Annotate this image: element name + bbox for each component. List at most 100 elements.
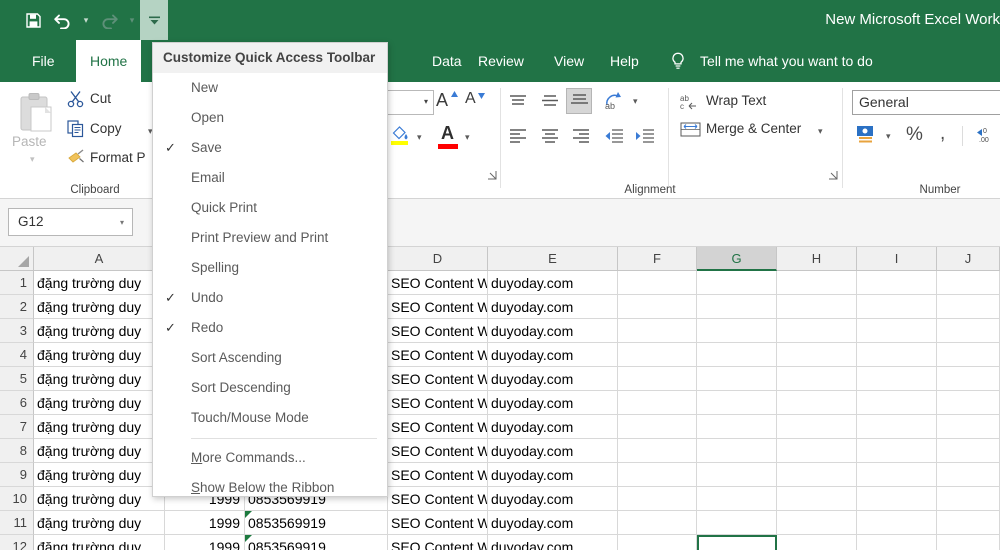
column-header-i[interactable]: I — [857, 247, 937, 271]
cell-E7[interactable]: duyoday.com — [488, 415, 618, 439]
cell-D4[interactable]: SEO Content Writer — [388, 343, 488, 367]
cell-I5[interactable] — [857, 367, 937, 391]
column-header-e[interactable]: E — [488, 247, 618, 271]
tab-review[interactable]: Review — [464, 40, 538, 82]
cell-H6[interactable] — [777, 391, 857, 415]
cell-E11[interactable]: duyoday.com — [488, 511, 618, 535]
menu-item-open[interactable]: Open — [153, 103, 387, 133]
cell-A8[interactable]: đặng trường duy — [34, 439, 165, 463]
cell-J3[interactable] — [937, 319, 1000, 343]
tell-me-search[interactable]: Tell me what you want to do — [700, 40, 873, 82]
column-header-j[interactable]: J — [937, 247, 1000, 271]
tab-home[interactable]: Home — [76, 40, 142, 82]
cell-F12[interactable] — [618, 535, 697, 550]
cell-H11[interactable] — [777, 511, 857, 535]
cell-G10[interactable] — [697, 487, 777, 511]
name-box[interactable]: G12 ▾ — [8, 208, 133, 236]
menu-item-touch-mouse-mode[interactable]: Touch/Mouse Mode — [153, 403, 387, 433]
cell-J2[interactable] — [937, 295, 1000, 319]
menu-item-new[interactable]: New — [153, 73, 387, 103]
percent-style-button[interactable]: % — [906, 124, 923, 146]
row-header-11[interactable]: 11 — [0, 511, 34, 535]
cell-D12[interactable]: SEO Content Writer — [388, 535, 488, 550]
comma-style-button[interactable]: , — [940, 123, 945, 145]
menu-item-undo[interactable]: ✓ Undo — [153, 283, 387, 313]
number-format-input[interactable]: General — [852, 90, 1000, 115]
row-header-6[interactable]: 6 — [0, 391, 34, 415]
cell-A12[interactable]: đặng trường duy — [34, 535, 165, 550]
column-header-g[interactable]: G — [697, 247, 777, 271]
save-icon[interactable] — [18, 5, 48, 35]
cell-G9[interactable] — [697, 463, 777, 487]
cell-B11[interactable]: 1999 — [165, 511, 245, 535]
cell-F7[interactable] — [618, 415, 697, 439]
cell-H3[interactable] — [777, 319, 857, 343]
cell-I3[interactable] — [857, 319, 937, 343]
cell-I10[interactable] — [857, 487, 937, 511]
select-all-corner[interactable] — [0, 247, 34, 271]
undo-dropdown-caret[interactable]: ▾ — [78, 5, 94, 35]
row-header-10[interactable]: 10 — [0, 487, 34, 511]
row-header-7[interactable]: 7 — [0, 415, 34, 439]
cell-H9[interactable] — [777, 463, 857, 487]
menu-item-show-below-the-ribbon[interactable]: Show Below the Ribbon — [153, 473, 387, 503]
cell-A9[interactable]: đặng trường duy — [34, 463, 165, 487]
cell-A3[interactable]: đặng trường duy — [34, 319, 165, 343]
menu-item-redo[interactable]: ✓ Redo — [153, 313, 387, 343]
row-header-4[interactable]: 4 — [0, 343, 34, 367]
cell-A11[interactable]: đặng trường duy — [34, 511, 165, 535]
menu-item-spelling[interactable]: Spelling — [153, 253, 387, 283]
cell-F5[interactable] — [618, 367, 697, 391]
cell-J6[interactable] — [937, 391, 1000, 415]
cell-J10[interactable] — [937, 487, 1000, 511]
cell-E5[interactable]: duyoday.com — [488, 367, 618, 391]
customize-quick-access-toolbar-button[interactable] — [140, 0, 168, 40]
cell-D8[interactable]: SEO Content Writer — [388, 439, 488, 463]
cell-H12[interactable] — [777, 535, 857, 550]
cell-I12[interactable] — [857, 535, 937, 550]
cell-I6[interactable] — [857, 391, 937, 415]
cell-D7[interactable]: SEO Content Writer — [388, 415, 488, 439]
column-header-d[interactable]: D — [388, 247, 488, 271]
cell-C12[interactable]: 0853569919 — [245, 535, 388, 550]
cell-J4[interactable] — [937, 343, 1000, 367]
column-header-f[interactable]: F — [618, 247, 697, 271]
row-header-5[interactable]: 5 — [0, 367, 34, 391]
cell-E9[interactable]: duyoday.com — [488, 463, 618, 487]
menu-item-more-commands[interactable]: More Commands... — [153, 443, 387, 473]
cell-G6[interactable] — [697, 391, 777, 415]
cell-B12[interactable]: 1999 — [165, 535, 245, 550]
menu-item-sort-ascending[interactable]: Sort Ascending — [153, 343, 387, 373]
fill-color-dropdown-caret[interactable]: ▾ — [417, 132, 422, 143]
cell-E4[interactable]: duyoday.com — [488, 343, 618, 367]
cell-H1[interactable] — [777, 271, 857, 295]
cell-C11[interactable]: 0853569919 — [245, 511, 388, 535]
cell-G11[interactable] — [697, 511, 777, 535]
font-color-dropdown-caret[interactable]: ▾ — [465, 132, 470, 143]
cell-J8[interactable] — [937, 439, 1000, 463]
undo-icon[interactable] — [48, 5, 78, 35]
cell-E8[interactable]: duyoday.com — [488, 439, 618, 463]
tab-help[interactable]: Help — [596, 40, 653, 82]
cell-A6[interactable]: đặng trường duy — [34, 391, 165, 415]
cell-J1[interactable] — [937, 271, 1000, 295]
cell-F3[interactable] — [618, 319, 697, 343]
cell-J7[interactable] — [937, 415, 1000, 439]
cell-H8[interactable] — [777, 439, 857, 463]
cell-E12[interactable]: duyoday.com — [488, 535, 618, 550]
row-header-3[interactable]: 3 — [0, 319, 34, 343]
cell-F2[interactable] — [618, 295, 697, 319]
merge-center-dropdown-caret[interactable]: ▾ — [818, 126, 823, 137]
row-header-2[interactable]: 2 — [0, 295, 34, 319]
cell-I1[interactable] — [857, 271, 937, 295]
cell-D2[interactable]: SEO Content Writer — [388, 295, 488, 319]
menu-item-email[interactable]: Email — [153, 163, 387, 193]
cell-H10[interactable] — [777, 487, 857, 511]
cell-F10[interactable] — [618, 487, 697, 511]
cell-F1[interactable] — [618, 271, 697, 295]
cell-G8[interactable] — [697, 439, 777, 463]
menu-item-sort-descending[interactable]: Sort Descending — [153, 373, 387, 403]
cell-J9[interactable] — [937, 463, 1000, 487]
active-cell-selection[interactable] — [697, 535, 777, 550]
cell-F8[interactable] — [618, 439, 697, 463]
